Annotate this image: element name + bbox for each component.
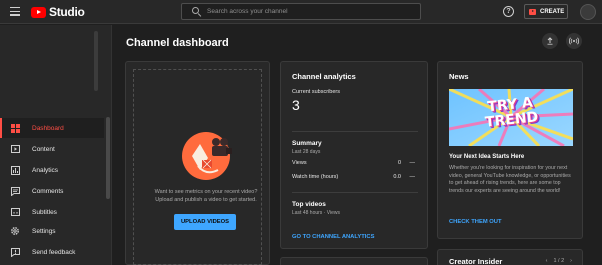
check-them-out-link[interactable]: CHECK THEM OUT bbox=[449, 219, 502, 225]
chevron-right-icon[interactable]: › bbox=[570, 258, 572, 264]
page-title: Channel dashboard bbox=[126, 37, 229, 49]
sidebar-item-settings[interactable]: Settings bbox=[0, 221, 104, 241]
upload-videos-button[interactable]: UPLOAD VIDEOS bbox=[174, 214, 236, 230]
news-body: Whether you're looking for inspiration f… bbox=[449, 165, 571, 194]
card-title: Channel analytics bbox=[292, 72, 356, 81]
upload-icon[interactable] bbox=[542, 33, 558, 49]
sidebar-item-label: Subtitles bbox=[32, 208, 57, 216]
comments-icon bbox=[10, 186, 20, 196]
card-title: Creator Insider bbox=[449, 257, 503, 265]
metric-row-views: Views 0 — bbox=[292, 160, 418, 169]
sidebar-item-subtitles[interactable]: Subtitles bbox=[0, 202, 104, 222]
upload-card: Want to see metrics on your recent video… bbox=[125, 61, 270, 265]
upload-dropzone: Want to see metrics on your recent video… bbox=[133, 69, 262, 265]
news-card: News TRY A TREND Your Next Idea Starts H… bbox=[437, 61, 583, 239]
search-input[interactable] bbox=[207, 8, 407, 15]
metric-change: — bbox=[409, 160, 416, 166]
news-headline: Your Next Idea Starts Here bbox=[449, 154, 525, 160]
create-button[interactable]: CREATE bbox=[524, 4, 568, 19]
video-camera-icon bbox=[529, 8, 536, 15]
studio-logo[interactable]: Studio bbox=[31, 4, 85, 20]
feedback-icon bbox=[10, 247, 20, 257]
gear-icon bbox=[10, 226, 20, 236]
sidebar-item-label: Dashboard bbox=[32, 124, 64, 132]
metric-label: Watch time (hours) bbox=[292, 174, 339, 180]
sidebar-item-label: Content bbox=[32, 145, 55, 153]
top-videos-title: Top videos bbox=[292, 201, 326, 208]
sidebar-item-label: Send feedback bbox=[32, 248, 76, 256]
create-label: CREATE bbox=[540, 8, 565, 15]
sidebar-item-label: Analytics bbox=[32, 166, 59, 174]
upload-prompt-text: Want to see metrics on your recent video… bbox=[154, 189, 258, 203]
help-circle-icon[interactable]: ? bbox=[503, 6, 514, 17]
news-image[interactable]: TRY A TREND bbox=[449, 89, 573, 146]
channel-info bbox=[0, 25, 112, 113]
pager: ‹ 1 / 2 › bbox=[546, 258, 572, 264]
subtitles-icon bbox=[10, 207, 20, 217]
sidebar: Dashboard Content Analytics Comments Sub… bbox=[0, 25, 112, 265]
sidebar-item-analytics[interactable]: Analytics bbox=[0, 160, 104, 180]
metric-change: — bbox=[409, 174, 416, 180]
channel-scrollbar[interactable] bbox=[94, 31, 98, 91]
divider bbox=[292, 192, 418, 193]
channel-analytics-card: Channel analytics Current subscribers 3 … bbox=[280, 61, 428, 249]
metric-value: 0.0 bbox=[393, 174, 401, 180]
summary-title: Summary bbox=[292, 140, 322, 147]
sidebar-item-comments[interactable]: Comments bbox=[0, 181, 104, 201]
go-to-channel-analytics-link[interactable]: GO TO CHANNEL ANALYTICS bbox=[292, 234, 374, 240]
creator-illustration bbox=[178, 126, 238, 182]
sidebar-scrollbar[interactable] bbox=[106, 117, 110, 199]
top-bar: Studio ? CREATE bbox=[0, 0, 602, 24]
subscribers-label: Current subscribers bbox=[292, 89, 340, 95]
search-icon bbox=[191, 6, 203, 18]
analytics-icon bbox=[10, 165, 20, 175]
creator-insider-card: Creator Insider ‹ 1 / 2 › bbox=[437, 249, 583, 265]
metric-row-watch-time: Watch time (hours) 0.0 — bbox=[292, 174, 418, 183]
avatar[interactable] bbox=[580, 4, 596, 20]
content-icon bbox=[10, 144, 20, 154]
metric-value: 0 bbox=[397, 160, 401, 166]
summary-period: Last 28 days bbox=[292, 149, 321, 155]
youtube-logo-icon bbox=[31, 6, 46, 18]
search-bar[interactable] bbox=[181, 3, 421, 20]
pager-count: 1 / 2 bbox=[553, 258, 565, 264]
sidebar-item-label: Settings bbox=[32, 227, 56, 235]
sidebar-item-content[interactable]: Content bbox=[0, 139, 104, 159]
hamburger-menu-icon[interactable] bbox=[10, 7, 20, 16]
logo-text: Studio bbox=[49, 5, 85, 19]
top-videos-subtitle: Last 48 hours · Views bbox=[292, 210, 340, 216]
metric-label: Views bbox=[292, 160, 307, 166]
dashboard-icon bbox=[10, 123, 20, 133]
live-broadcast-icon[interactable] bbox=[566, 33, 582, 49]
subscribers-count: 3 bbox=[292, 97, 300, 113]
sidebar-item-send-feedback[interactable]: Send feedback bbox=[0, 242, 104, 262]
card-title: News bbox=[449, 72, 469, 81]
divider bbox=[292, 131, 418, 132]
next-card-peek bbox=[280, 257, 428, 265]
sidebar-item-dashboard[interactable]: Dashboard bbox=[0, 118, 104, 138]
sidebar-item-label: Comments bbox=[32, 187, 64, 195]
chevron-left-icon[interactable]: ‹ bbox=[546, 258, 548, 264]
